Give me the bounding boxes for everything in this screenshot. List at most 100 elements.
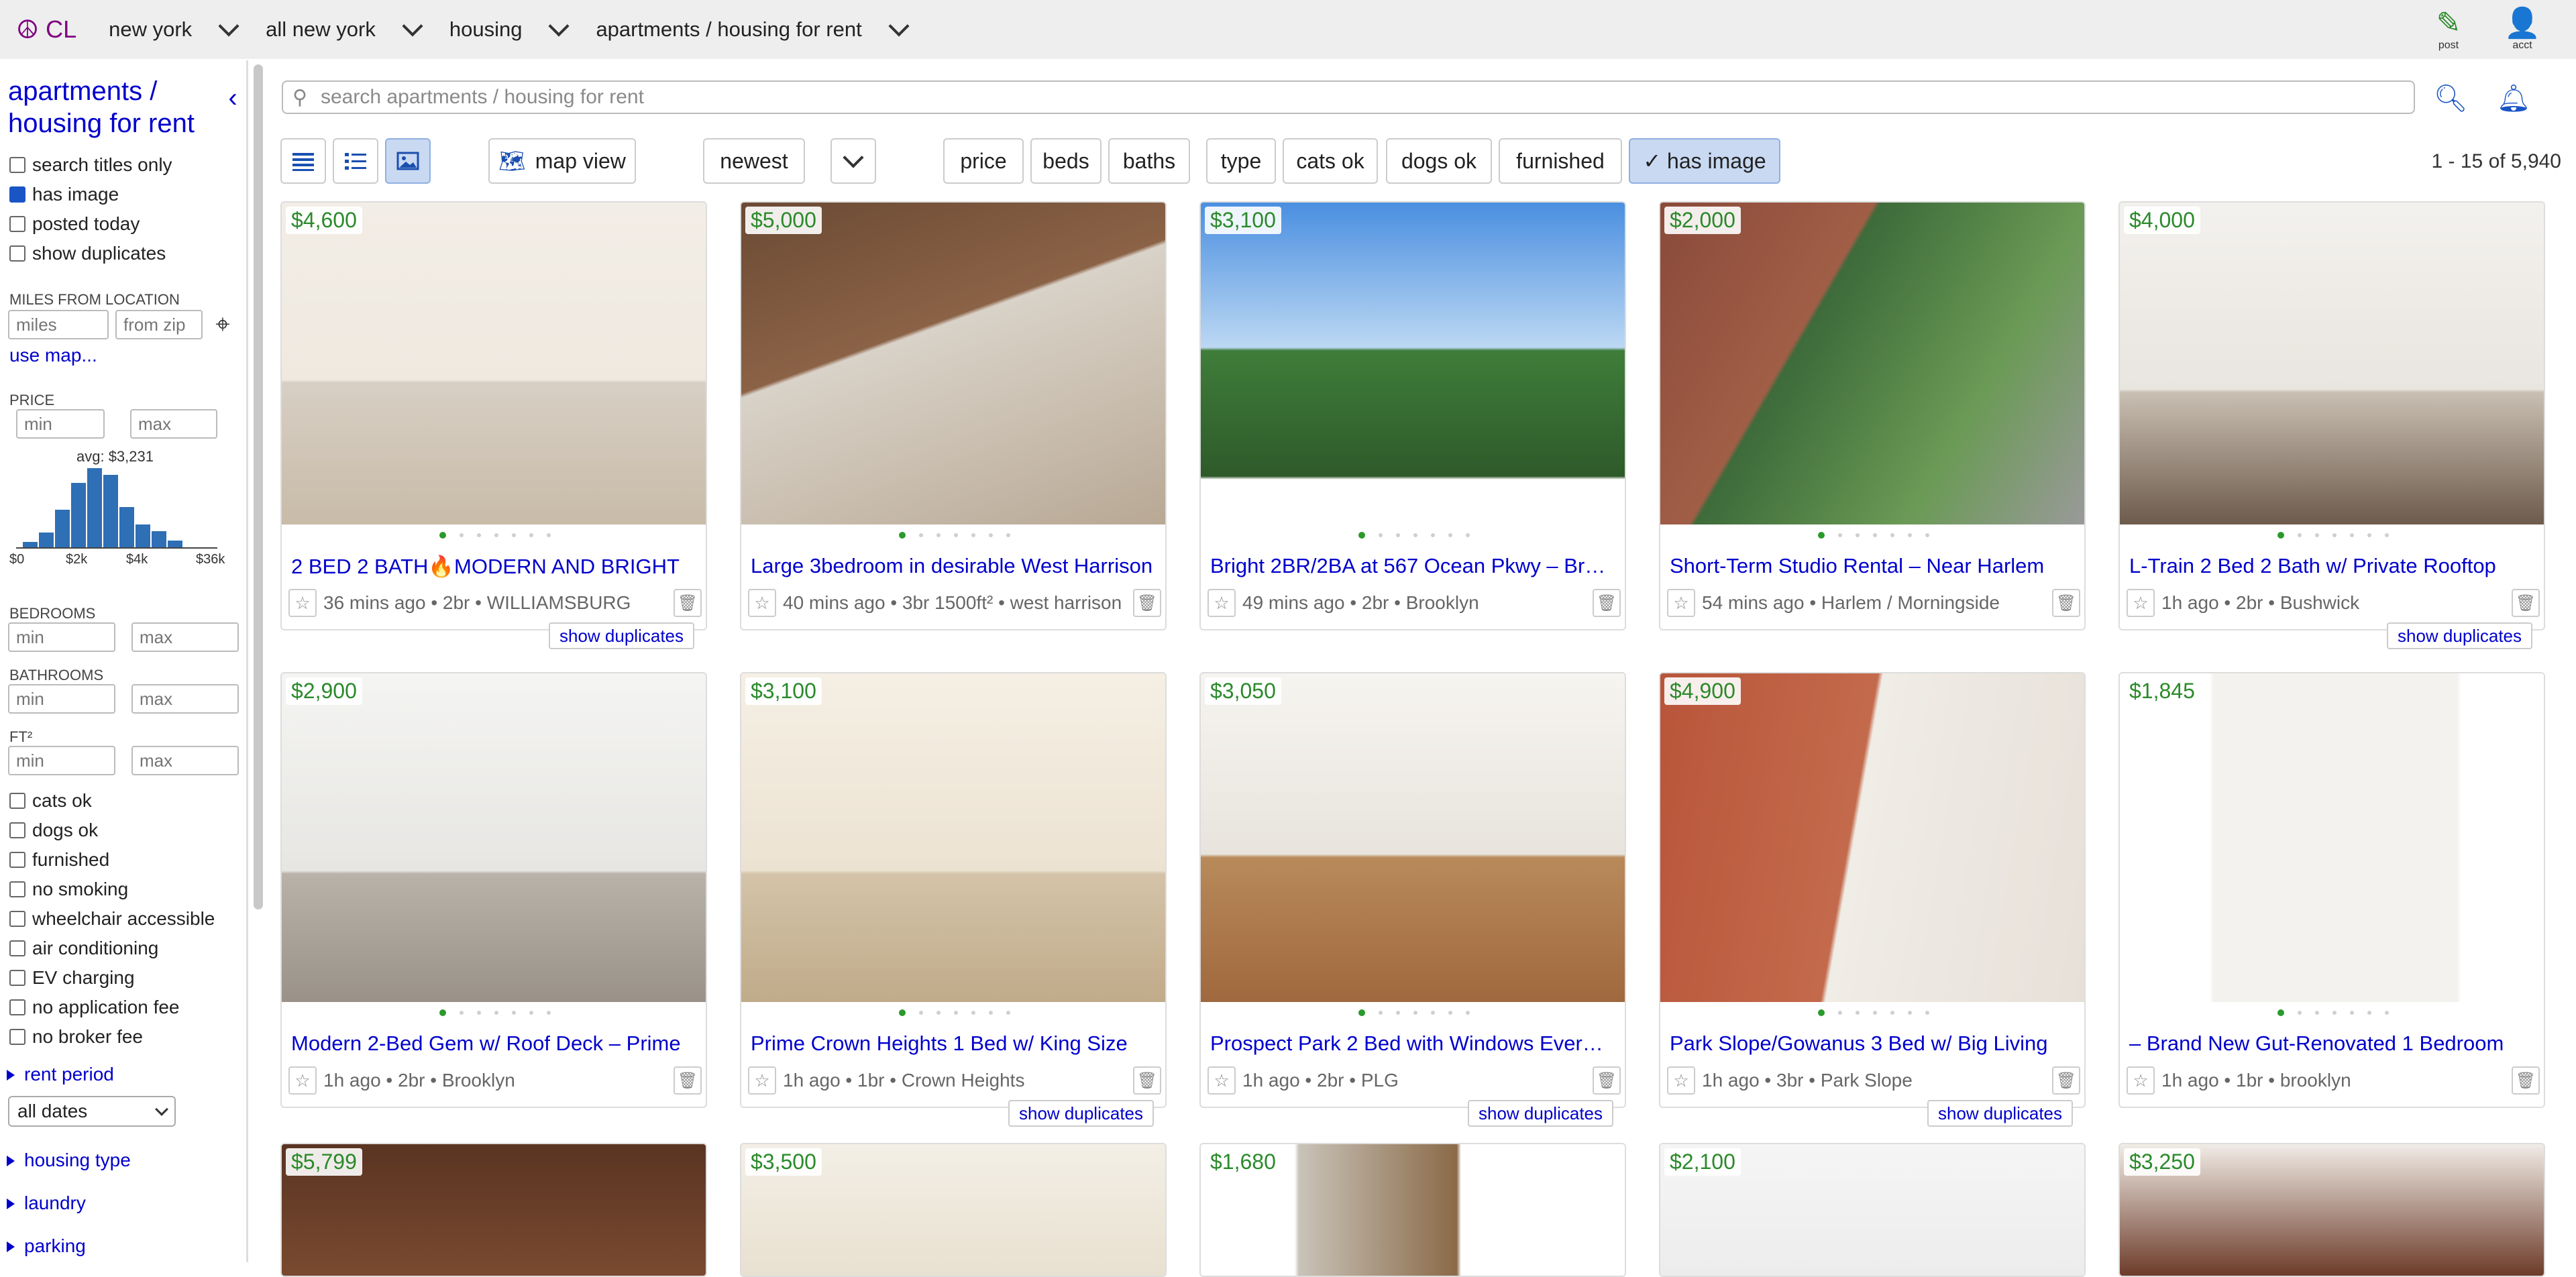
checkbox[interactable] <box>9 186 25 203</box>
listing-title-link[interactable]: Park Slope/Gowanus 3 Bed w/ Big Living <box>1670 1032 2072 1056</box>
carousel-dot[interactable] <box>1379 533 1383 537</box>
zip-input[interactable] <box>115 310 203 339</box>
sort-dropdown-button[interactable] <box>830 138 876 184</box>
hide-listing-trash-icon[interactable]: 🗑︎ <box>2052 1066 2080 1095</box>
dates-select[interactable]: all dates <box>8 1096 176 1127</box>
listing-card[interactable]: $2,000 Short-Term Studio Rental – Near Ha… <box>1659 201 2086 630</box>
carousel-dot[interactable] <box>529 1011 533 1015</box>
hide-listing-trash-icon[interactable]: 🗑︎ <box>1133 1066 1161 1095</box>
photo-carousel-dots[interactable] <box>282 1005 706 1021</box>
listing-photo[interactable] <box>741 673 1165 1002</box>
favorite-star-icon[interactable]: ☆ <box>2127 589 2155 617</box>
listing-card[interactable]: $4,000 L-Train 2 Bed 2 Bath w/ Private Ro… <box>2118 201 2545 630</box>
hide-listing-trash-icon[interactable]: 🗑︎ <box>1133 589 1161 617</box>
category-dropdown-button[interactable] <box>542 6 576 53</box>
carousel-dot[interactable] <box>954 533 958 537</box>
checkbox[interactable] <box>9 911 25 927</box>
amenity-option[interactable]: no broker fee <box>9 1026 143 1048</box>
listing-card[interactable]: $4,600 2 BED 2 BATH🔥MODERN AND BRIGHT ☆ 36 … <box>280 201 707 630</box>
carousel-dot[interactable] <box>1838 533 1842 537</box>
checkbox[interactable] <box>9 157 25 173</box>
list-view-button[interactable] <box>280 138 326 184</box>
carousel-dot[interactable] <box>1908 533 1912 537</box>
carousel-dot[interactable] <box>1431 1011 1435 1015</box>
collapse-sidebar-button[interactable]: ‹ <box>216 79 246 117</box>
listing-card[interactable]: $1,845 – Brand New Gut-Renovated 1 Bedroo… <box>2118 672 2545 1108</box>
listing-card[interactable]: $2,900 Modern 2-Bed Gem w/ Roof Deck – Pr… <box>280 672 707 1108</box>
laundry-toggle[interactable]: laundry <box>7 1192 86 1214</box>
area-dropdown-button[interactable] <box>212 6 246 53</box>
carousel-dot[interactable] <box>1925 1011 1929 1015</box>
listing-card[interactable]: $3,050 Prospect Park 2 Bed with Windows E… <box>1199 672 1626 1108</box>
carousel-dot[interactable] <box>1006 1011 1010 1015</box>
carousel-dot[interactable] <box>2350 1011 2354 1015</box>
carousel-dot[interactable] <box>529 533 533 537</box>
listing-title-link[interactable]: Short-Term Studio Rental – Near Harlem <box>1670 554 2072 578</box>
hide-listing-trash-icon[interactable]: 🗑︎ <box>674 1066 702 1095</box>
carousel-dot[interactable] <box>989 1011 993 1015</box>
amenity-option[interactable]: dogs ok <box>9 820 98 841</box>
listing-card[interactable]: $5,799 <box>280 1143 707 1277</box>
favorite-star-icon[interactable]: ☆ <box>748 589 776 617</box>
filter-type-button[interactable]: type <box>1206 138 1276 184</box>
carousel-dot[interactable] <box>1908 1011 1912 1015</box>
listing-card[interactable]: $1,680 <box>1199 1143 1626 1277</box>
carousel-dot[interactable] <box>971 533 975 537</box>
carousel-dot[interactable] <box>936 533 941 537</box>
carousel-dot[interactable] <box>1890 1011 1894 1015</box>
carousel-dot[interactable] <box>494 1011 498 1015</box>
checkbox[interactable] <box>9 216 25 232</box>
carousel-dot[interactable] <box>2298 533 2302 537</box>
listing-card[interactable]: $3,100 Prime Crown Heights 1 Bed w/ King … <box>740 672 1167 1108</box>
filter-furnished-button[interactable]: furnished <box>1499 138 1622 184</box>
carousel-dot[interactable] <box>1838 1011 1842 1015</box>
carousel-dot[interactable] <box>547 1011 551 1015</box>
amenity-option[interactable]: furnished <box>9 849 109 871</box>
listing-card[interactable]: $4,900 Park Slope/Gowanus 3 Bed w/ Big Li… <box>1659 672 2086 1108</box>
carousel-dot[interactable] <box>512 533 516 537</box>
carousel-dot[interactable] <box>2315 1011 2319 1015</box>
carousel-dot[interactable] <box>2277 1009 2284 1016</box>
carousel-dot[interactable] <box>2277 532 2284 539</box>
carousel-dot[interactable] <box>2332 533 2337 537</box>
carousel-dot[interactable] <box>2385 533 2389 537</box>
favorite-star-icon[interactable]: ☆ <box>1667 1066 1695 1095</box>
favorite-star-icon[interactable]: ☆ <box>288 589 317 617</box>
photo-carousel-dots[interactable] <box>1201 527 1625 543</box>
listing-title-link[interactable]: Prospect Park 2 Bed with Windows Everywh… <box>1210 1032 1613 1056</box>
carousel-dot[interactable] <box>1890 533 1894 537</box>
breadcrumb-area[interactable]: new york <box>97 6 204 53</box>
amenity-option[interactable]: EV charging <box>9 967 135 989</box>
price-min-input[interactable] <box>16 409 105 439</box>
sqft-max-input[interactable] <box>131 746 239 775</box>
favorite-star-icon[interactable]: ☆ <box>288 1066 317 1095</box>
carousel-dot[interactable] <box>439 532 446 539</box>
favorite-star-icon[interactable]: ☆ <box>2127 1066 2155 1095</box>
filter-dogs-ok-button[interactable]: dogs ok <box>1386 138 1492 184</box>
listing-title-link[interactable]: 2 BED 2 BATH🔥MODERN AND BRIGHT <box>291 554 694 579</box>
photo-carousel-dots[interactable] <box>2120 527 2544 543</box>
subarea-dropdown-button[interactable] <box>396 6 429 53</box>
listing-photo[interactable] <box>2120 673 2544 1002</box>
listing-title-link[interactable]: Modern 2-Bed Gem w/ Roof Deck – Prime <box>291 1032 694 1056</box>
checkbox[interactable] <box>9 1029 25 1045</box>
housing-type-toggle[interactable]: housing type <box>7 1150 131 1171</box>
carousel-dot[interactable] <box>1856 1011 1860 1015</box>
bedrooms-min-input[interactable] <box>8 622 115 652</box>
carousel-dot[interactable] <box>2298 1011 2302 1015</box>
breadcrumb-subarea[interactable]: all new york <box>254 6 388 53</box>
listing-photo[interactable] <box>1660 673 2084 1002</box>
thumb-view-button[interactable] <box>333 138 378 184</box>
bedrooms-max-input[interactable] <box>131 622 239 652</box>
bathrooms-min-input[interactable] <box>8 684 115 714</box>
account-button[interactable]: 👤 acct <box>2496 3 2549 56</box>
saved-search-alert-button[interactable]: 🔔︎ <box>2490 76 2537 119</box>
favorite-star-icon[interactable]: ☆ <box>1208 1066 1236 1095</box>
show-duplicates-button[interactable]: show duplicates <box>1927 1100 2073 1127</box>
carousel-dot[interactable] <box>1413 533 1417 537</box>
show-duplicates-option[interactable]: show duplicates <box>9 243 166 264</box>
map-view-button[interactable]: 🗺︎ map view <box>488 138 636 184</box>
carousel-dot[interactable] <box>1358 532 1365 539</box>
carousel-dot[interactable] <box>1448 533 1452 537</box>
carousel-dot[interactable] <box>1856 533 1860 537</box>
